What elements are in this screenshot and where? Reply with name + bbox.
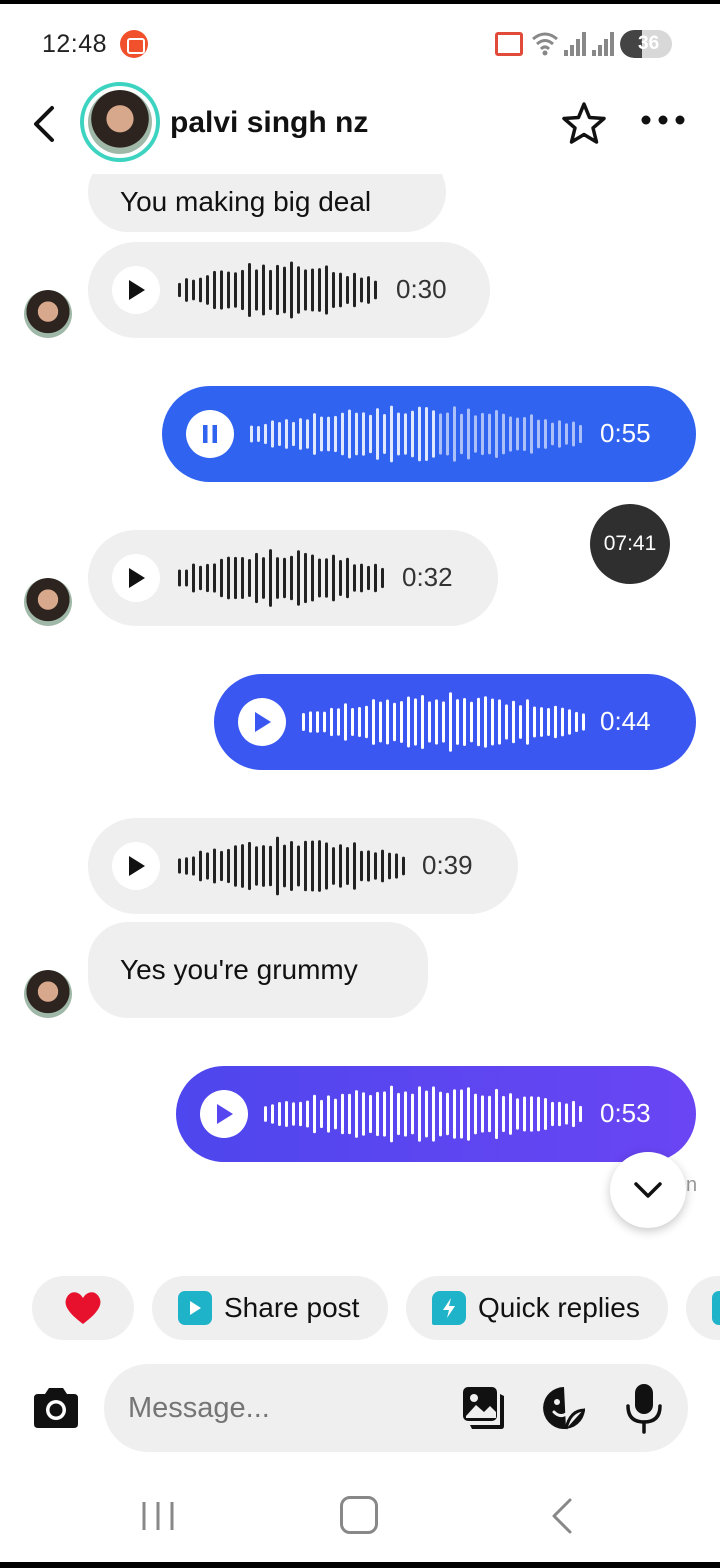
share-post-label: Share post	[224, 1292, 360, 1323]
battery-icon: 36	[620, 30, 672, 58]
voice-duration: 0:44	[600, 706, 651, 736]
seen-indicator: n	[686, 1174, 698, 1196]
voice-message[interactable]: 0:30	[88, 242, 490, 338]
waveform	[178, 549, 384, 607]
voice-duration: 0:30	[396, 274, 447, 304]
back-arrow-icon[interactable]	[28, 102, 60, 146]
sticker-icon[interactable]	[540, 1384, 588, 1432]
share-post-icon	[178, 1291, 212, 1325]
voice-message[interactable]: 0:55	[162, 386, 696, 482]
heart-icon	[65, 1292, 101, 1324]
message-list[interactable]: You making big deal 0:30 0:55 07:41 0:32	[0, 174, 720, 1264]
voice-duration: 0:32	[402, 562, 453, 592]
avatar[interactable]	[24, 578, 72, 626]
star-icon[interactable]	[560, 100, 608, 148]
voice-duration: 0:53	[600, 1098, 651, 1128]
waveform	[250, 405, 582, 463]
voice-duration: 0:55	[600, 418, 651, 448]
pause-icon[interactable]	[186, 410, 234, 458]
top-frame	[0, 0, 720, 4]
voice-message[interactable]: 0:32	[88, 530, 498, 626]
cast-icon	[495, 32, 523, 56]
heart-chip[interactable]	[32, 1276, 134, 1340]
message-text: You making big deal	[120, 186, 372, 217]
timestamp-badge: 07:41	[590, 504, 670, 584]
message-text: Yes you're grummy	[120, 954, 358, 985]
signal-icon	[592, 32, 614, 56]
gallery-icon[interactable]	[460, 1384, 508, 1432]
quick-replies-icon	[432, 1291, 466, 1325]
quick-replies-chip[interactable]: Quick replies	[406, 1276, 668, 1340]
status-time: 12:48	[42, 30, 108, 58]
voice-message[interactable]: 0:39	[88, 818, 518, 914]
message-bubble[interactable]: Yes you're grummy	[88, 922, 428, 1018]
back-icon[interactable]	[546, 1496, 578, 1536]
message-input[interactable]	[128, 1388, 448, 1428]
contact-name[interactable]: palvi singh nz	[170, 106, 368, 140]
play-icon[interactable]	[112, 554, 160, 602]
play-icon[interactable]	[112, 266, 160, 314]
waveform	[264, 1085, 582, 1143]
voice-message[interactable]: 0:53	[176, 1066, 696, 1162]
system-navigation-bar	[0, 1480, 720, 1556]
avatar[interactable]	[24, 290, 72, 338]
camera-icon[interactable]	[30, 1384, 82, 1432]
message-bubble[interactable]: You making big deal	[88, 174, 446, 232]
play-icon[interactable]	[238, 698, 286, 746]
voice-duration: 0:39	[422, 850, 473, 880]
chat-header: palvi singh nz	[0, 78, 720, 174]
chevron-down-icon[interactable]	[610, 1152, 686, 1228]
battery-level: 36	[638, 33, 660, 54]
wifi-icon	[530, 28, 560, 58]
share-post-chip[interactable]: Share post	[152, 1276, 388, 1340]
waveform	[302, 692, 585, 752]
screen-record-icon	[120, 30, 148, 58]
more-chip[interactable]	[686, 1276, 720, 1340]
waveform	[178, 261, 377, 319]
waveform	[178, 836, 405, 896]
mic-icon[interactable]	[622, 1382, 666, 1434]
bottom-frame	[0, 1562, 720, 1568]
signal-icon	[564, 32, 586, 56]
avatar[interactable]	[24, 970, 72, 1018]
voice-message[interactable]: 0:44	[214, 674, 696, 770]
play-icon[interactable]	[200, 1090, 248, 1138]
status-bar: 12:48 36	[0, 18, 720, 74]
play-icon[interactable]	[112, 842, 160, 890]
quick-replies-label: Quick replies	[478, 1292, 640, 1323]
avatar[interactable]	[80, 82, 160, 162]
chip-icon	[712, 1291, 720, 1325]
more-icon[interactable]	[640, 110, 686, 130]
quick-actions: Share post Quick replies	[0, 1276, 720, 1340]
recent-apps-icon[interactable]	[140, 1498, 176, 1534]
home-icon[interactable]	[340, 1496, 378, 1534]
message-composer	[104, 1364, 688, 1452]
screen: 12:48 36 palvi singh nz You making big d…	[0, 0, 720, 1568]
